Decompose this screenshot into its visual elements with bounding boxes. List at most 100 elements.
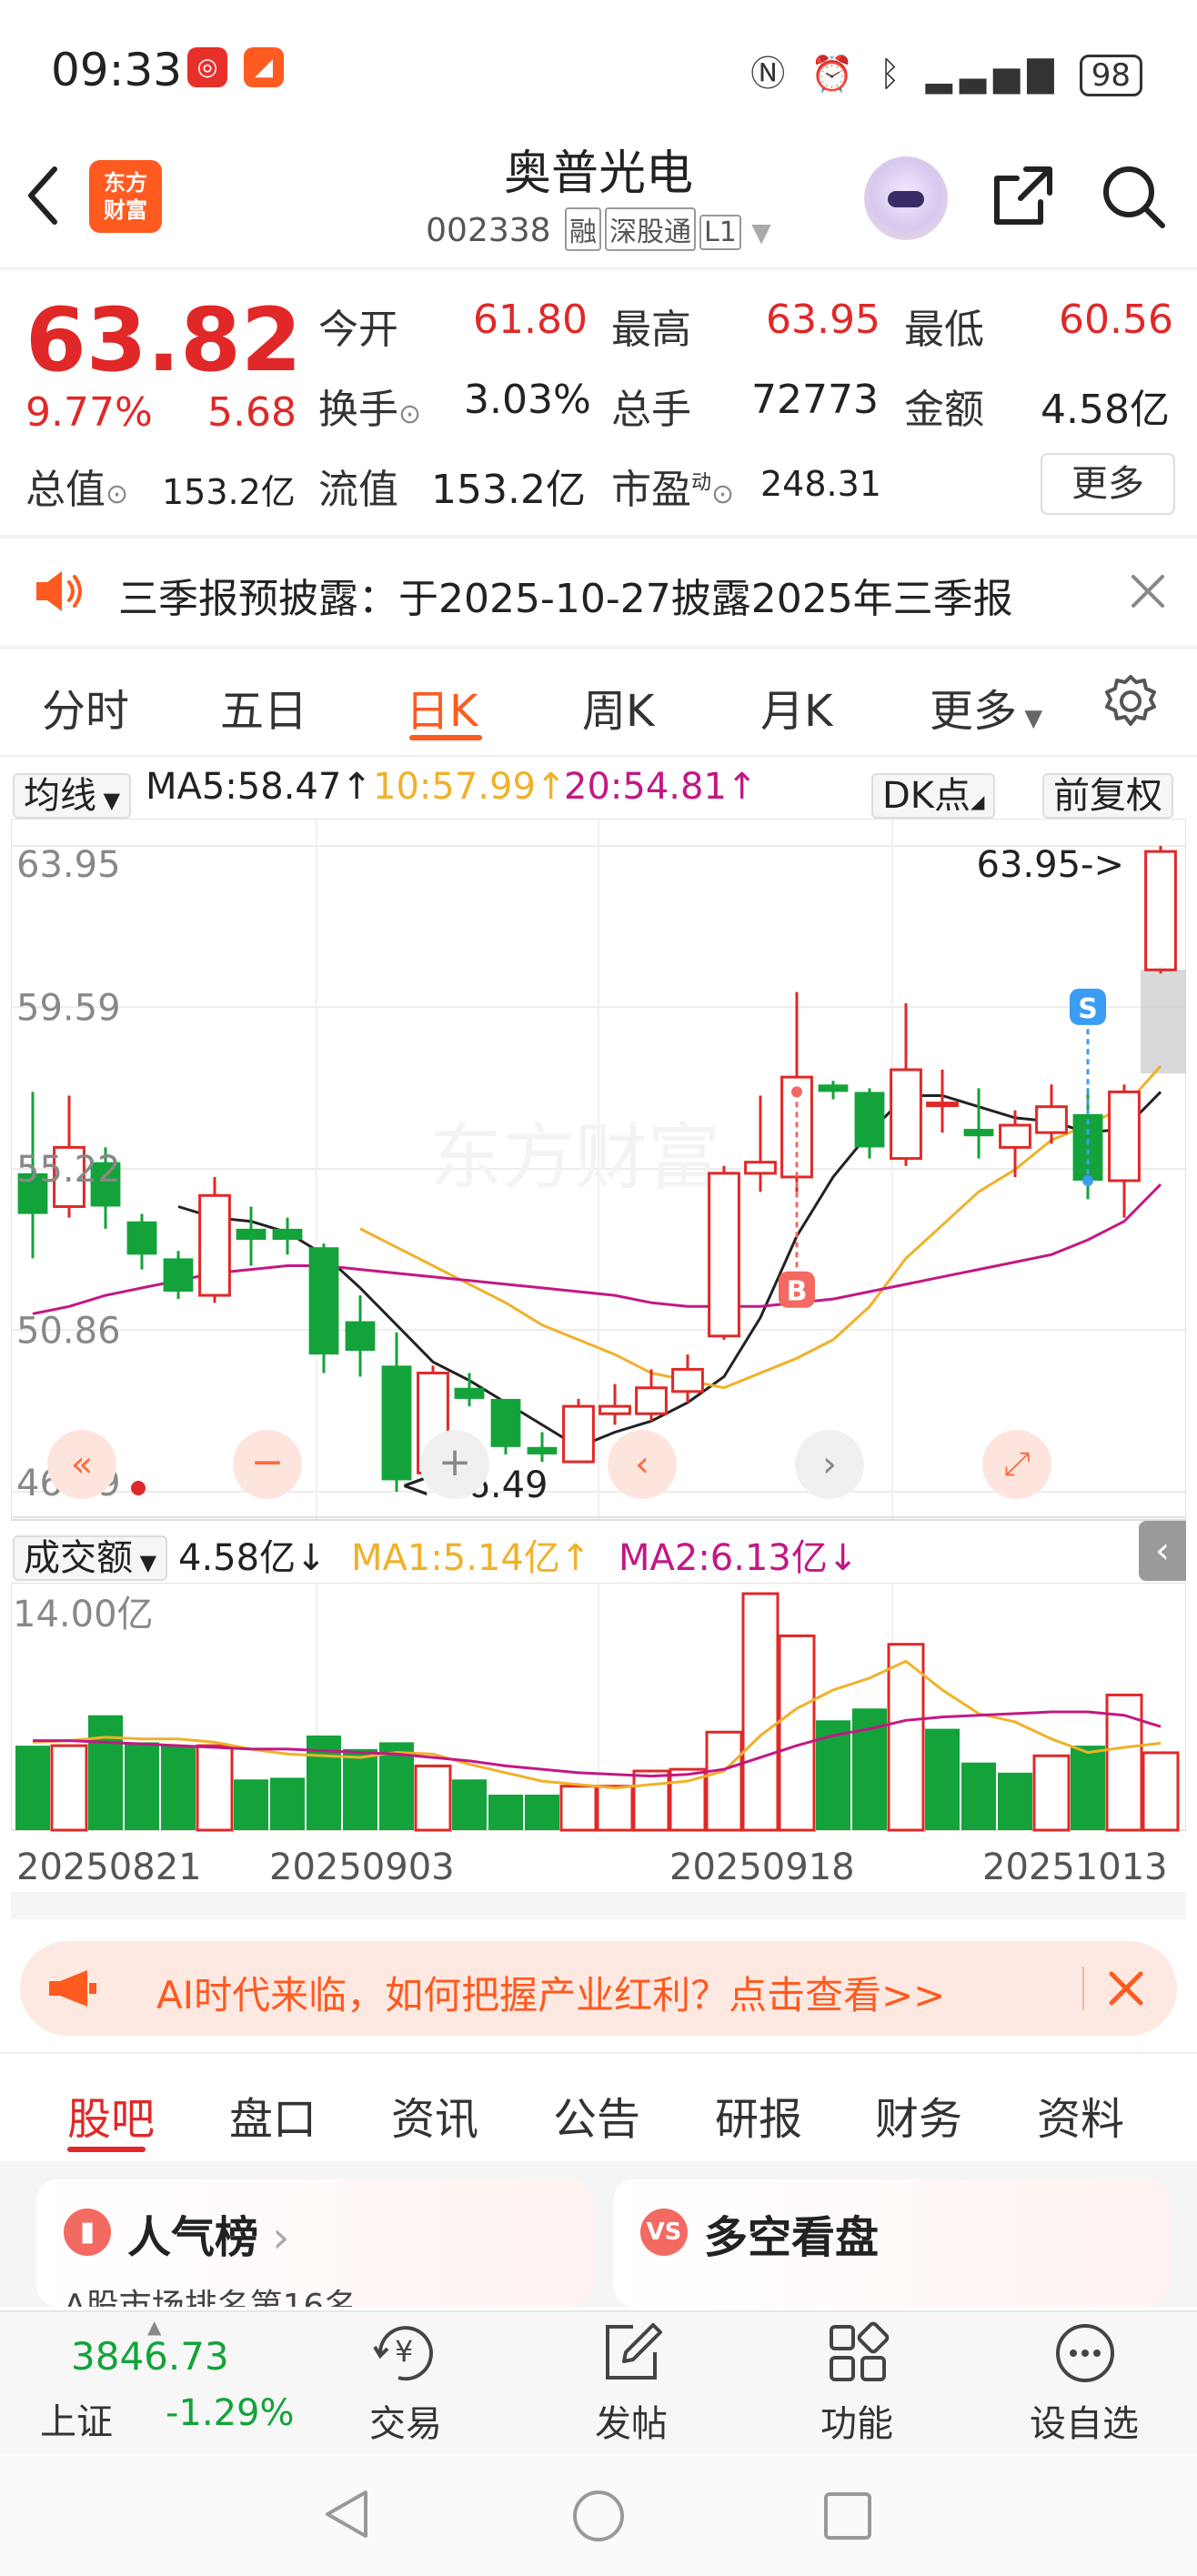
open-value: 61.80: [473, 297, 588, 343]
share-icon[interactable]: [990, 162, 1057, 229]
ma5-text: MA5:58.47: [146, 766, 342, 808]
y-axis-label: 59.59: [16, 987, 121, 1029]
dk-button[interactable]: DK点◢: [871, 766, 996, 819]
more-icon[interactable]: [1053, 2321, 1117, 2385]
ma20-value: 20:54.81↑: [564, 766, 758, 808]
dropdown-icon[interactable]: ▼: [751, 217, 771, 247]
tab-weekly-k[interactable]: 周K: [582, 675, 654, 739]
tab-forum[interactable]: 股吧: [67, 2083, 155, 2147]
promo-banner[interactable]: AI时代来临，如何把握产业红利？点击查看>>: [20, 1941, 1177, 2036]
tab-five-day[interactable]: 五日: [220, 675, 307, 739]
y-axis-label: 50.86: [16, 1310, 121, 1352]
scroll-right-button[interactable]: ›: [795, 1430, 864, 1499]
tab-research[interactable]: 研报: [715, 2083, 802, 2147]
index-change[interactable]: -1.29%: [166, 2392, 295, 2434]
volume-bar: [925, 1728, 960, 1830]
pe-label-text: 市盈: [611, 467, 691, 513]
info-icon[interactable]: ⊙: [106, 478, 128, 510]
index-name[interactable]: 上证: [40, 2392, 113, 2445]
tab-more[interactable]: 更多 ▼: [930, 675, 1042, 739]
chart-separator: [11, 1519, 1186, 1521]
recents-nav-icon[interactable]: [822, 2490, 873, 2541]
close-icon[interactable]: [1130, 573, 1166, 609]
status-time: 09:33: [51, 44, 183, 96]
notice-text: 三季报预披露：于2025-10-27披露2025年三季报: [118, 576, 1013, 622]
volume-bar: [125, 1742, 159, 1830]
scroll-start-button[interactable]: «: [47, 1430, 116, 1499]
back-nav-icon[interactable]: [322, 2487, 371, 2541]
tab-daily-k[interactable]: 日K: [406, 675, 478, 739]
tab-orderbook[interactable]: 盘口: [229, 2083, 317, 2147]
adjust-button[interactable]: 前复权: [1042, 766, 1173, 819]
expand-panel-button[interactable]: ‹: [1139, 1521, 1186, 1581]
search-icon[interactable]: [1099, 162, 1168, 231]
info-icon[interactable]: ⊙: [711, 478, 734, 510]
volume-chart[interactable]: 14.00亿: [11, 1583, 1186, 1837]
volume-value: 72773: [751, 377, 879, 423]
more-button[interactable]: 更多: [1041, 453, 1175, 515]
status-icons: Ⓝ ⏰ ᛒ ▂▃▅▇ 98: [750, 45, 1142, 96]
tab-financials[interactable]: 财务: [875, 2083, 962, 2147]
ai-assistant-icon[interactable]: [864, 156, 948, 240]
candle-body: [527, 1446, 558, 1454]
turnover-label-text: 换手: [318, 387, 398, 433]
chevron-down-icon: ▼: [1017, 705, 1043, 732]
system-navigation-bar: [0, 2456, 1197, 2576]
tab-monthly-k[interactable]: 月K: [760, 675, 832, 739]
home-nav-icon[interactable]: [571, 2489, 626, 2543]
gear-icon[interactable]: [1102, 673, 1159, 730]
info-icon[interactable]: ⊙: [398, 398, 421, 430]
tab-intraday[interactable]: 分时: [42, 675, 129, 739]
y-axis-label: 63.95: [16, 844, 121, 886]
scroll-left-button[interactable]: ‹: [608, 1430, 677, 1499]
nav-post[interactable]: 发帖: [558, 2394, 704, 2447]
tab-profile[interactable]: 资料: [1037, 2083, 1124, 2147]
compose-icon[interactable]: [600, 2321, 664, 2385]
bull-bear-card[interactable]: VS 多空看盘: [613, 2179, 1170, 2307]
banner-divider-line: [0, 2052, 1197, 2054]
volume-bar: [1032, 1754, 1071, 1832]
volume-bar: [778, 1634, 816, 1832]
volume-bar: [705, 1730, 743, 1832]
popularity-rank: A股市场排名第16名: [64, 2288, 357, 2307]
tab-news[interactable]: 资讯: [391, 2083, 478, 2147]
close-icon[interactable]: [1108, 1970, 1144, 2007]
nav-functions[interactable]: 功能: [784, 2394, 930, 2447]
candle-body: [708, 1172, 740, 1338]
change-percent: 9.77%: [25, 389, 153, 436]
volume-ma2-text: MA2:6.13亿: [619, 1537, 828, 1579]
signal-icon: ▂▃▅▇: [925, 54, 1061, 94]
volume-ma1: MA1:5.14亿↑: [351, 1537, 591, 1579]
zoom-in-button[interactable]: +: [420, 1430, 489, 1499]
ma10-value: 10:57.99↑: [373, 766, 567, 808]
trade-icon[interactable]: ¥: [371, 2319, 440, 2383]
y-axis-label: 55.22: [16, 1149, 121, 1191]
fullscreen-button[interactable]: ⤢: [982, 1430, 1051, 1499]
vs-icon: VS: [640, 2209, 688, 2256]
notice-bar[interactable]: 三季报预披露：于2025-10-27披露2025年三季报: [0, 538, 1197, 646]
high-label: 最高: [611, 307, 691, 353]
popularity-card[interactable]: ▮ 人气榜 › A股市场排名第16名: [36, 2179, 593, 2307]
grid-icon[interactable]: [826, 2321, 890, 2385]
popularity-title-text: 人气榜: [127, 2212, 259, 2263]
candlestick-chart[interactable]: 东方财富 63.9559.5955.2250.8646.49 63.95-><-…: [11, 819, 1186, 1519]
ma-selector[interactable]: 均线 ▼: [13, 766, 132, 819]
watermark: 东方财富: [429, 1115, 720, 1200]
nav-trade[interactable]: 交易: [333, 2394, 478, 2447]
tab-announcements[interactable]: 公告: [553, 2083, 640, 2147]
candle-body: [562, 1404, 595, 1464]
nav-watchlist[interactable]: 设自选: [1011, 2394, 1157, 2447]
index-value[interactable]: 3846.73: [71, 2334, 229, 2379]
candle-body: [818, 1084, 849, 1092]
zoom-out-button[interactable]: −: [233, 1430, 302, 1499]
megaphone-icon: [49, 1970, 96, 2007]
tag-level: L1: [699, 215, 741, 250]
low-value: 60.56: [1059, 297, 1173, 343]
volume-selector[interactable]: 成交额 ▼: [13, 1528, 168, 1581]
battery-icon: 98: [1079, 55, 1142, 96]
banner-text: AI时代来临，如何把握产业红利？点击查看>>: [156, 1973, 946, 2018]
candle-body: [272, 1228, 303, 1241]
pe-value: 248.31: [760, 464, 881, 504]
tag-connect: 深股通: [605, 207, 697, 251]
change-amount: 5.68: [207, 389, 297, 436]
